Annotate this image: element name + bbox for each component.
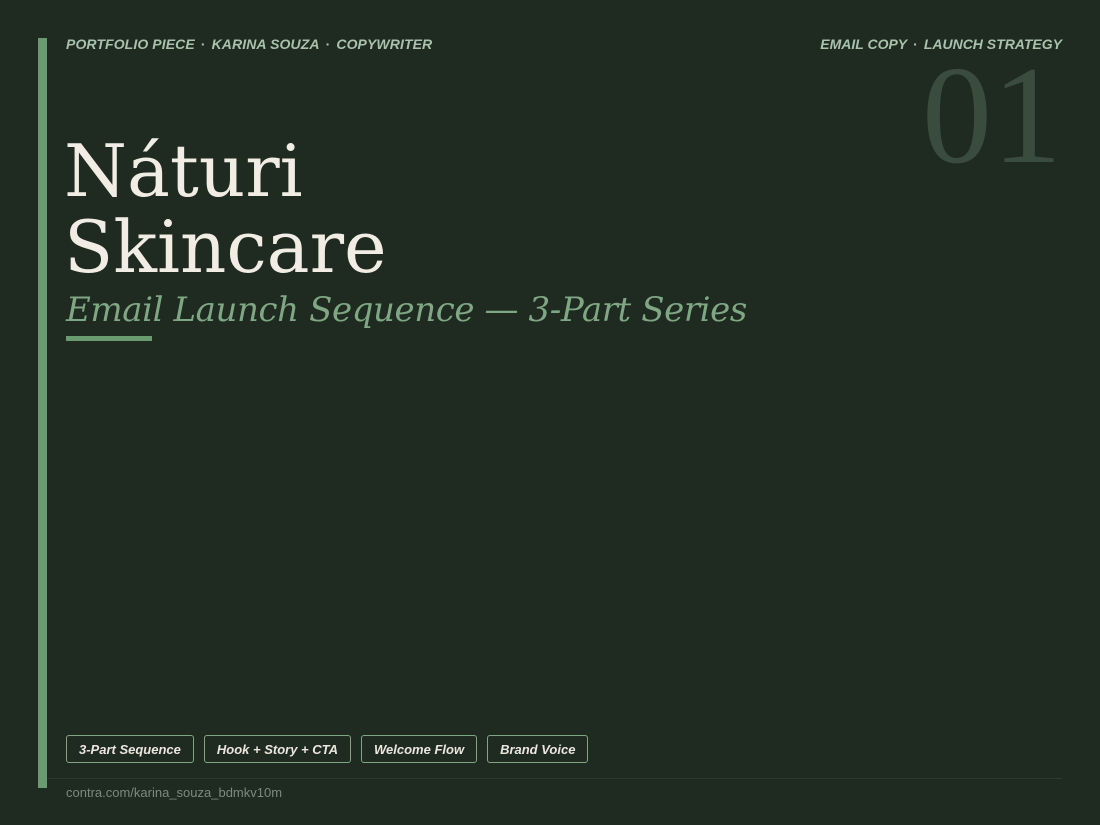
meta-separator: · bbox=[325, 36, 331, 52]
meta-separator: · bbox=[200, 36, 206, 52]
tag-list: 3-Part Sequence Hook + Story + CTA Welco… bbox=[66, 735, 589, 763]
tag-three-part-sequence: 3-Part Sequence bbox=[66, 735, 194, 763]
meta-label-author: KARINA SOUZA bbox=[211, 36, 320, 52]
tag-welcome-flow: Welcome Flow bbox=[361, 735, 478, 763]
meta-label-category: EMAIL COPY bbox=[820, 36, 908, 52]
tag-brand-voice: Brand Voice bbox=[487, 735, 589, 763]
piece-number: 01 bbox=[922, 38, 1062, 193]
accent-bar bbox=[38, 38, 47, 788]
footer-divider bbox=[47, 778, 1062, 779]
title-line-2: Skincare bbox=[64, 205, 387, 289]
meta-label-role: COPYWRITER bbox=[336, 36, 433, 52]
page-subtitle: Email Launch Sequence — 3-Part Series bbox=[66, 290, 747, 330]
tag-hook-story-cta: Hook + Story + CTA bbox=[203, 735, 351, 763]
meta-left: PORTFOLIO PIECE · KARINA SOUZA · COPYWRITER bbox=[66, 36, 432, 52]
meta-label-type: PORTFOLIO PIECE bbox=[66, 36, 195, 52]
page-title: Náturi Skincare bbox=[64, 133, 387, 285]
meta-separator: · bbox=[913, 36, 918, 52]
subtitle-underline bbox=[66, 336, 152, 341]
footer-url: contra.com/karina_souza_bdmkv10m bbox=[66, 785, 283, 800]
title-line-1: Náturi bbox=[64, 129, 303, 213]
